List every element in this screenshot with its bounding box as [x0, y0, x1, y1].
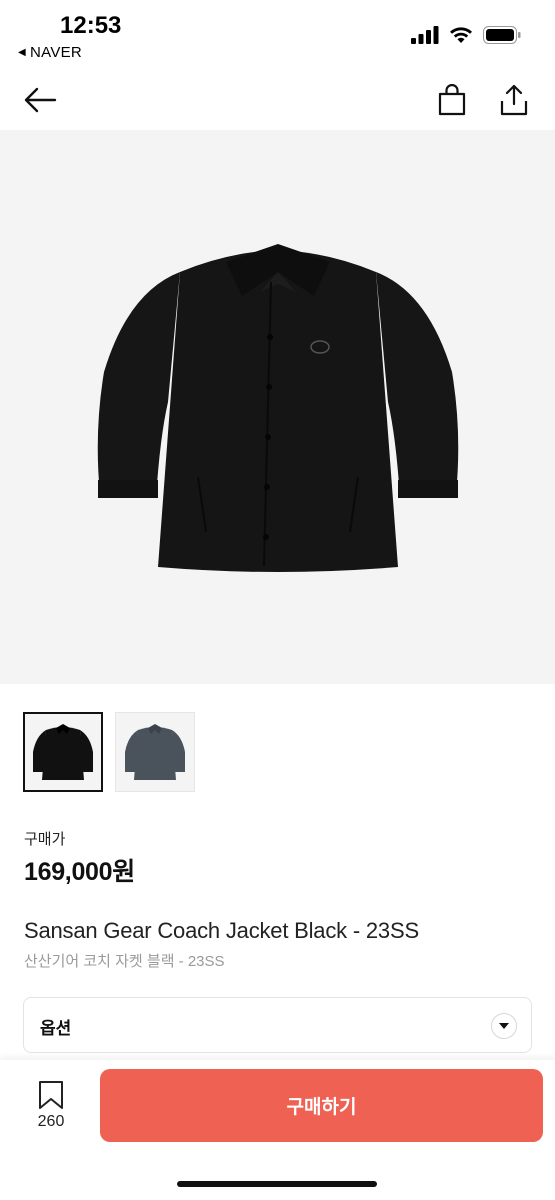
- thumbnail-gray[interactable]: [115, 712, 195, 792]
- back-button[interactable]: [20, 80, 60, 120]
- back-to-app-link[interactable]: ◀ NAVER: [18, 44, 82, 61]
- status-bar: 12:53 ◀ NAVER: [0, 0, 555, 70]
- thumbnail-black[interactable]: [23, 712, 103, 792]
- thumbnail-gray-image: [125, 724, 185, 780]
- price-label: 구매가: [24, 831, 66, 848]
- thumbnail-black-image: [33, 724, 93, 780]
- back-triangle-icon: ◀: [18, 47, 26, 58]
- home-indicator: [177, 1181, 377, 1187]
- status-time: 12:53: [60, 12, 122, 39]
- back-app-label: NAVER: [30, 44, 83, 61]
- option-select[interactable]: 옵션: [23, 997, 532, 1053]
- share-icon: [500, 84, 528, 116]
- bookmark-icon: [39, 1081, 63, 1109]
- back-arrow-icon: [24, 87, 57, 113]
- share-button[interactable]: [494, 80, 534, 120]
- chevron-down-icon: [491, 1013, 517, 1039]
- product-main-image[interactable]: [0, 130, 555, 684]
- option-label: 옵션: [40, 1019, 72, 1038]
- product-title-ko: 산산기어 코치 자켓 블랙 - 23SS: [24, 953, 225, 970]
- price-value: 169,000원: [24, 858, 135, 886]
- bottom-action-bar: 260 구매하기: [0, 1060, 555, 1200]
- bookmark-button[interactable]: 260: [28, 1080, 74, 1131]
- battery-icon: [483, 26, 521, 44]
- top-nav: [0, 72, 555, 128]
- status-icons: [411, 26, 521, 44]
- wifi-icon: [450, 27, 472, 43]
- buy-button[interactable]: 구매하기: [100, 1069, 543, 1142]
- bookmark-count: 260: [37, 1113, 65, 1130]
- cellular-signal-icon: [411, 26, 439, 44]
- jacket-image: [97, 244, 458, 572]
- cart-button[interactable]: [432, 80, 472, 120]
- thumbnail-list: [23, 712, 195, 792]
- shopping-bag-icon: [438, 84, 466, 116]
- product-title-en: Sansan Gear Coach Jacket Black - 23SS: [24, 918, 419, 943]
